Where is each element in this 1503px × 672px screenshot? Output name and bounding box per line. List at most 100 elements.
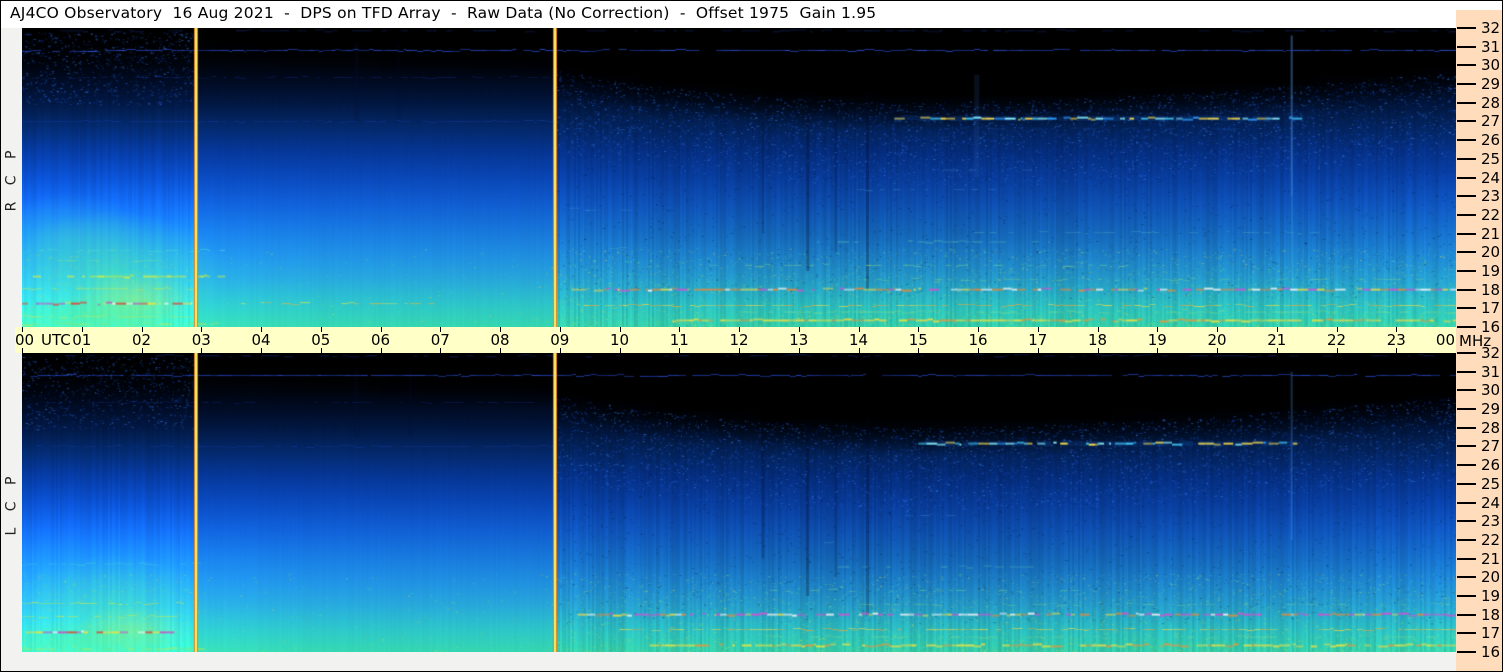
- time-tick-label: 13: [789, 331, 809, 349]
- freq-tick-dash: [1457, 408, 1476, 411]
- freq-tick-dash: [1457, 632, 1476, 635]
- freq-tick-dash: [1457, 370, 1476, 373]
- time-tick-label: 03: [191, 331, 211, 349]
- freq-tick-label: 27: [1481, 112, 1501, 131]
- freq-tick-label: 18: [1481, 280, 1501, 299]
- lcp-spectrogram-canvas: [22, 353, 1456, 652]
- freq-tick-dash: [1457, 445, 1476, 448]
- freq-tick-dash: [1457, 64, 1476, 67]
- freq-tick-dash: [1457, 352, 1476, 354]
- time-tick-label: 16: [968, 331, 988, 349]
- freq-tick-label: 28: [1481, 93, 1501, 112]
- freq-tick-dash: [1457, 464, 1476, 467]
- time-tick-label: 05: [311, 331, 331, 349]
- freq-tick-dash: [1457, 389, 1476, 392]
- time-tick-label: 15: [908, 331, 928, 349]
- page-title: AJ4CO Observatory 16 Aug 2021 - DPS on T…: [10, 4, 877, 22]
- time-tick-label: 10: [609, 331, 630, 349]
- freq-tick-label: 24: [1481, 168, 1501, 187]
- lcp-polarization-label: L C P: [3, 470, 20, 535]
- freq-tick-dash: [1457, 157, 1476, 160]
- freq-tick-dash: [1457, 326, 1476, 328]
- freq-tick-label: 29: [1481, 400, 1501, 419]
- top-right-gap: [1456, 1, 1502, 10]
- freq-tick-dash: [1457, 307, 1476, 310]
- freq-tick-dash: [1457, 482, 1476, 485]
- time-tick-label: 11: [669, 331, 689, 349]
- time-tick-label: 00: [1435, 331, 1455, 349]
- freq-tick-label: 25: [1481, 149, 1501, 168]
- freq-tick-dash: [1457, 101, 1476, 104]
- rcp-spectrogram-canvas: [22, 28, 1456, 327]
- freq-tick-dash: [1457, 269, 1476, 272]
- freq-tick-label: 26: [1481, 456, 1501, 475]
- freq-tick-dash: [1457, 232, 1476, 235]
- frequency-scale-sidebar: MHz 32 31 30 29 28 27 26 25 24 23 22 21 20 19 18 17 16 32…: [1456, 10, 1502, 671]
- time-tick-label: 08: [490, 331, 510, 349]
- freq-tick-label: 19: [1481, 261, 1501, 280]
- freq-tick-label: 32: [1481, 344, 1501, 362]
- time-tick-label: 22: [1326, 331, 1347, 349]
- bottom-margin: [1, 652, 1456, 671]
- freq-tick-label: 29: [1481, 75, 1501, 94]
- freq-tick-label: 18: [1481, 605, 1501, 624]
- freq-tick-label: 16: [1481, 318, 1501, 336]
- time-tick-label: 21: [1267, 331, 1287, 349]
- time-axis-band: UTC 00 01 02 03 04 05 06 07 08 09 10 11 12 13 14 15 16 17…: [15, 327, 1457, 353]
- freq-tick-label: 28: [1481, 418, 1501, 437]
- freq-tick-dash: [1457, 27, 1476, 29]
- title-bar: AJ4CO Observatory 16 Aug 2021 - DPS on T…: [1, 1, 1456, 28]
- freq-tick-label: 23: [1481, 512, 1501, 531]
- freq-tick-label: 24: [1481, 493, 1501, 512]
- freq-tick-label: 26: [1481, 131, 1501, 150]
- time-tick-label: 19: [1147, 331, 1167, 349]
- freq-tick-dash: [1457, 251, 1476, 254]
- freq-tick-dash: [1457, 520, 1476, 523]
- freq-tick-label: 19: [1481, 586, 1501, 605]
- freq-tick-label: 31: [1481, 37, 1501, 56]
- freq-tick-dash: [1457, 45, 1476, 48]
- time-tick-label: 09: [550, 331, 570, 349]
- lcp-axis-label-box: L C P: [1, 353, 22, 652]
- freq-tick-label: 20: [1481, 243, 1501, 262]
- freq-tick-label: 31: [1481, 362, 1501, 381]
- freq-tick-dash: [1457, 288, 1476, 291]
- freq-tick-label: 22: [1481, 530, 1501, 549]
- freq-tick-label: 20: [1481, 568, 1501, 587]
- freq-tick-dash: [1457, 501, 1476, 504]
- freq-tick-dash: [1457, 83, 1476, 86]
- freq-tick-label: 16: [1481, 643, 1501, 661]
- time-tick-label: 04: [251, 331, 271, 349]
- freq-tick-dash: [1457, 613, 1476, 616]
- freq-tick-label: 30: [1481, 56, 1501, 75]
- time-tick-label: 00: [15, 331, 35, 349]
- freq-tick-label: 27: [1481, 437, 1501, 456]
- freq-tick-label: 17: [1481, 624, 1501, 643]
- freq-tick-label: 23: [1481, 187, 1501, 206]
- time-tick-label: 18: [1087, 331, 1108, 349]
- rcp-polarization-label: R C P: [3, 144, 20, 211]
- time-tick-label: 12: [729, 331, 749, 349]
- freq-tick-label: 30: [1481, 381, 1501, 400]
- spectrograph-window: AJ4CO Observatory 16 Aug 2021 - DPS on T…: [0, 0, 1503, 672]
- freq-tick-label: 21: [1481, 224, 1501, 243]
- freq-tick-dash: [1457, 576, 1476, 579]
- time-tick-label: 17: [1028, 331, 1048, 349]
- time-tick-label: 20: [1207, 331, 1227, 349]
- freq-tick-label: 22: [1481, 205, 1501, 224]
- time-tick-label: 23: [1386, 331, 1406, 349]
- freq-tick-label: 17: [1481, 299, 1501, 318]
- freq-tick-dash: [1457, 213, 1476, 216]
- time-tick-label: 06: [370, 331, 391, 349]
- rcp-axis-label-box: R C P: [1, 28, 22, 327]
- time-tick-label: 01: [72, 331, 92, 349]
- freq-tick-dash: [1457, 120, 1476, 123]
- freq-tick-label: 32: [1481, 19, 1501, 37]
- freq-tick-dash: [1457, 139, 1476, 142]
- freq-tick-label: 21: [1481, 549, 1501, 568]
- time-tick-label: 07: [430, 331, 450, 349]
- freq-tick-dash: [1457, 195, 1476, 198]
- freq-tick-dash: [1457, 538, 1476, 541]
- time-tick-label: 02: [131, 331, 152, 349]
- time-tick-label: 14: [848, 331, 869, 349]
